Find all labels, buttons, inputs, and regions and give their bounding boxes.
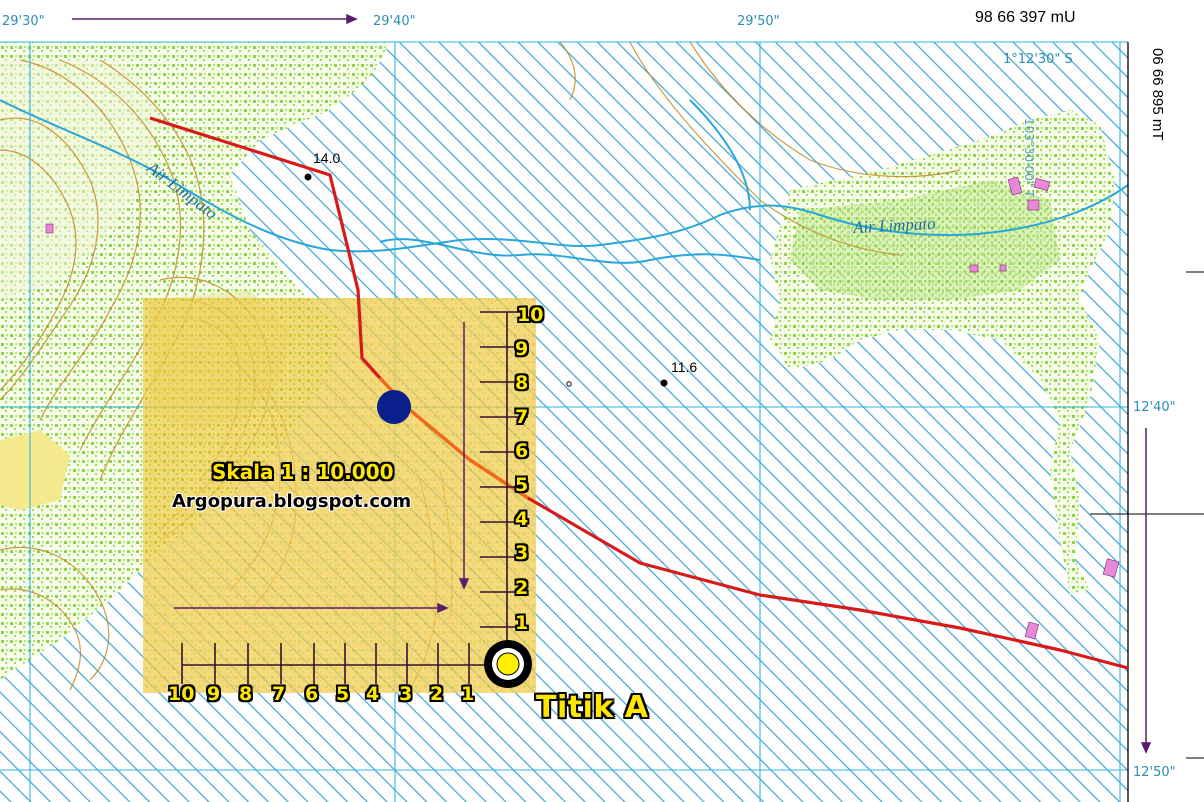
vertical-tick-3: 3 [515,542,529,564]
vertical-tick-7: 7 [515,406,529,428]
lat-label-top: 1°12'30" S [1003,52,1073,67]
vertical-tick-6: 6 [515,440,529,462]
vertical-tick-9: 9 [515,338,529,360]
horizontal-tick-7: 7 [272,683,286,705]
titik-a-marker [484,640,532,688]
titik-a-label: Titik A [536,690,649,725]
lon-label-3: 29'50" [737,14,780,29]
elevation-label-2: 11.6 [671,359,698,375]
horizontal-tick-3: 3 [399,683,413,705]
horizontal-tick-4: 4 [366,683,380,705]
lon-label-2: 29'40" [373,14,416,29]
horizontal-tick-1: 1 [461,683,475,705]
vertical-tick-2: 2 [515,577,529,599]
topographic-map-view: 29'30" 29'40" 29'50" 98 66 397 mU 1°12'3… [0,0,1204,802]
vertical-tick-10: 10 [517,304,544,326]
horizontal-tick-9: 9 [207,683,221,705]
horizontal-tick-2: 2 [430,683,444,705]
target-point-marker [377,390,411,424]
vertical-tick-8: 8 [515,372,529,394]
lat-label-1240: 12'40" [1133,400,1176,415]
horizontal-tick-8: 8 [239,683,253,705]
horizontal-tick-10: 10 [168,683,195,705]
vertical-tick-5: 5 [515,474,529,496]
vertical-tick-4: 4 [515,508,529,530]
vertical-tick-1: 1 [515,612,529,634]
elevation-label-1: 14.0 [313,150,341,166]
easting-label: 06 66 895 mT [1149,48,1166,141]
northing-label: 98 66 397 mU [975,9,1076,26]
spot-height-dot [304,173,312,181]
spot-height-dot [660,379,668,387]
lon-vertical-label: 103°30'00" T [1022,118,1036,198]
horizontal-tick-5: 5 [336,683,350,705]
scale-title: Skala 1 : 10.000 [212,460,394,484]
lat-label-1250: 12'50" [1133,765,1176,780]
credit-text: Argopura.blogspot.com [172,491,412,512]
lon-label-1: 29'30" [2,14,45,29]
horizontal-tick-6: 6 [305,683,319,705]
